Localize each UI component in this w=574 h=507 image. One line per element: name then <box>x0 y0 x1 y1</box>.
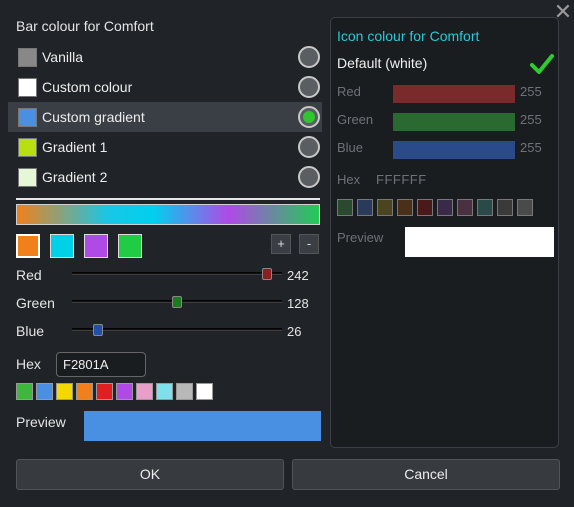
option-custom-colour[interactable]: Custom colour <box>8 72 322 102</box>
option-gradient-1-label: Gradient 1 <box>42 139 108 155</box>
icon-palette-swatch <box>457 199 473 216</box>
bar-colour-title: Bar colour for Comfort <box>16 18 154 34</box>
green-value: 128 <box>287 296 309 311</box>
icon-palette-swatch <box>517 199 533 216</box>
option-custom-gradient[interactable]: Custom gradient <box>8 102 322 132</box>
gradient-stop-1[interactable] <box>16 234 40 258</box>
icon-palette-swatch <box>437 199 453 216</box>
blue-label: Blue <box>16 323 45 339</box>
preview-label: Preview <box>16 414 66 430</box>
icon-palette-swatch <box>337 199 353 216</box>
palette-swatch[interactable] <box>96 383 113 400</box>
gradient-stop-4[interactable] <box>118 234 142 258</box>
option-custom-gradient-label: Custom gradient <box>42 109 145 125</box>
option-gradient-1-radio[interactable] <box>298 136 320 158</box>
green-slider-thumb[interactable] <box>172 296 182 308</box>
ok-button[interactable]: OK <box>16 459 284 490</box>
red-slider[interactable] <box>72 272 282 275</box>
icon-hex-value: FFFFFF <box>376 172 427 187</box>
option-gradient-2-label: Gradient 2 <box>42 169 108 185</box>
custom-gradient-swatch <box>18 108 37 127</box>
add-stop-button[interactable]: + <box>271 234 291 254</box>
check-icon <box>530 54 554 74</box>
vanilla-swatch <box>18 48 37 67</box>
icon-preview-swatch <box>405 227 554 257</box>
default-white-option[interactable]: Default (white) <box>337 55 427 71</box>
hex-label: Hex <box>16 356 41 372</box>
red-slider-thumb[interactable] <box>262 268 272 280</box>
icon-hex-label: Hex <box>337 172 361 187</box>
divider <box>16 198 320 200</box>
option-vanilla-radio[interactable] <box>298 46 320 68</box>
option-vanilla[interactable]: Vanilla <box>8 42 322 72</box>
icon-palette-swatch <box>497 199 513 216</box>
gradient-2-swatch <box>18 168 37 187</box>
remove-stop-button[interactable]: - <box>299 234 319 254</box>
green-label: Green <box>16 295 55 311</box>
gradient-stop-3[interactable] <box>84 234 108 258</box>
gradient-preview-bar[interactable] <box>16 204 320 225</box>
icon-green-value: 255 <box>520 112 542 127</box>
palette-swatch[interactable] <box>76 383 93 400</box>
cancel-button[interactable]: Cancel <box>292 459 560 490</box>
preview-swatch <box>84 411 321 441</box>
blue-slider-thumb[interactable] <box>93 324 103 336</box>
option-gradient-1[interactable]: Gradient 1 <box>8 132 322 162</box>
option-gradient-2-radio[interactable] <box>298 166 320 188</box>
icon-red-bar <box>393 85 515 103</box>
option-custom-colour-label: Custom colour <box>42 79 133 95</box>
option-gradient-2[interactable]: Gradient 2 <box>8 162 322 192</box>
palette-swatch[interactable] <box>196 383 213 400</box>
blue-value: 26 <box>287 324 302 339</box>
icon-colour-title: Icon colour for Comfort <box>337 28 480 44</box>
icon-palette-swatch <box>417 199 433 216</box>
option-custom-gradient-radio[interactable] <box>298 106 320 128</box>
icon-preview-label: Preview <box>337 230 384 245</box>
blue-slider[interactable] <box>72 328 282 331</box>
icon-red-value: 255 <box>520 84 542 99</box>
palette-swatch[interactable] <box>36 383 53 400</box>
icon-red-label: Red <box>337 84 361 99</box>
icon-palette-swatch <box>477 199 493 216</box>
palette-swatch[interactable] <box>56 383 73 400</box>
icon-palette-swatch <box>397 199 413 216</box>
icon-green-bar <box>393 113 515 131</box>
icon-green-label: Green <box>337 112 374 127</box>
gradient-stop-2[interactable] <box>50 234 74 258</box>
red-label: Red <box>16 267 42 283</box>
icon-blue-bar <box>393 141 515 159</box>
option-vanilla-label: Vanilla <box>42 49 83 65</box>
icon-blue-label: Blue <box>337 140 364 155</box>
option-custom-colour-radio[interactable] <box>298 76 320 98</box>
palette-swatch[interactable] <box>116 383 133 400</box>
icon-blue-value: 255 <box>520 140 542 155</box>
palette-swatch[interactable] <box>16 383 33 400</box>
palette-swatch[interactable] <box>176 383 193 400</box>
icon-palette-swatch <box>377 199 393 216</box>
palette-swatch[interactable] <box>156 383 173 400</box>
palette-swatch[interactable] <box>136 383 153 400</box>
gradient-1-swatch <box>18 138 37 157</box>
custom-colour-swatch <box>18 78 37 97</box>
red-value: 242 <box>287 268 309 283</box>
hex-input[interactable]: F2801A <box>56 352 146 377</box>
icon-palette-swatch <box>357 199 373 216</box>
